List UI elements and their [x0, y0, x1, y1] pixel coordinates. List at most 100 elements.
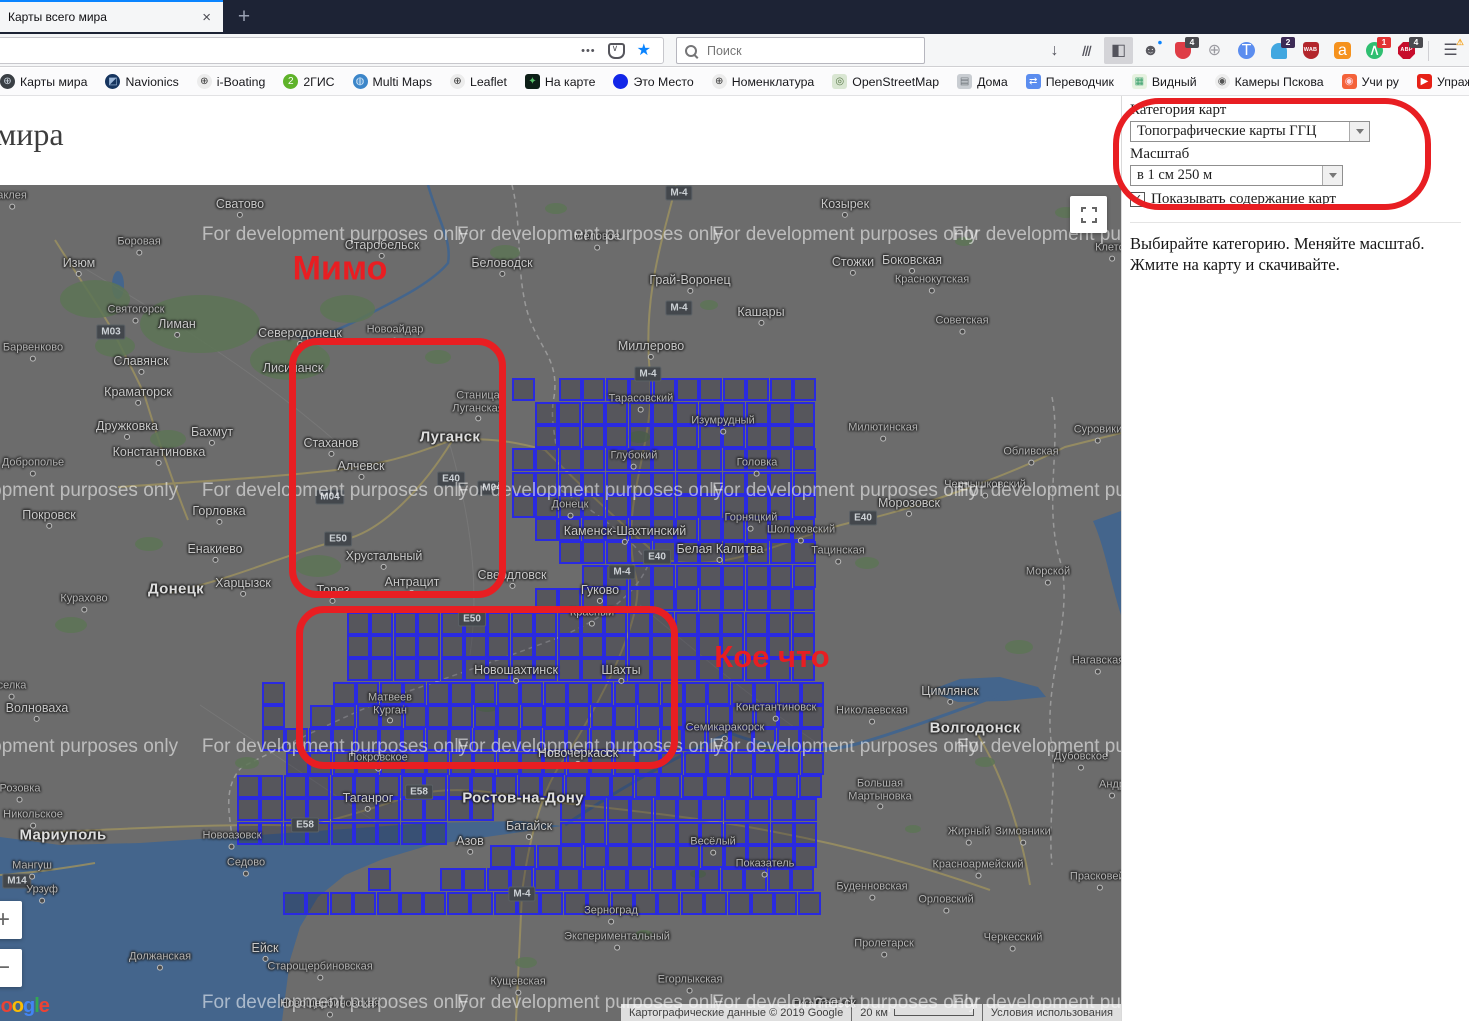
google-logo: Google: [0, 995, 49, 1018]
bookmark-favicon: ◎: [832, 74, 847, 89]
letyshops-icon[interactable]: ∧1: [1360, 37, 1389, 64]
map-scale: 20 км: [852, 1004, 982, 1021]
search-input[interactable]: [705, 43, 916, 59]
scale-text: 20 км: [860, 1007, 888, 1019]
search-icon: [685, 45, 697, 57]
map-canvas[interactable]: М03М04М04Е40Е50Е50Е40Е40М-4М-4М-4М-4Е58Е…: [0, 185, 1121, 1021]
globe-icon[interactable]: ⊕: [1200, 37, 1229, 64]
bookmark-label: На карте: [545, 75, 596, 89]
bookmark-favicon: ◉: [1215, 74, 1230, 89]
tab-title: Карты всего мира: [8, 10, 198, 24]
bookmark-item[interactable]: ▤ Дома: [948, 68, 1017, 95]
bookmark-item[interactable]: ⊕Карты мира: [0, 68, 96, 95]
bookmark-label: OpenStreetMap: [852, 75, 939, 89]
adguard-icon[interactable]: 4: [1168, 37, 1197, 64]
bookmark-item[interactable]: ⊕Номенклатура: [703, 68, 824, 95]
library-icon[interactable]: Ⅲ: [1072, 37, 1101, 64]
bookmark-item[interactable]: ⊕Leaflet: [441, 68, 516, 95]
sidebar: Категория карт Топографические карты ГГЦ…: [1121, 96, 1469, 1021]
bookmark-item[interactable]: ◍Multi Maps: [344, 68, 441, 95]
pocket-icon[interactable]: [608, 43, 625, 59]
ghostery-icon[interactable]: 2: [1264, 37, 1293, 64]
sidebar-toggle-icon[interactable]: ◧: [1104, 37, 1133, 64]
dev-watermark: For development purposes only: [957, 480, 1121, 502]
bookmark-favicon: ⊕: [197, 74, 212, 89]
active-tab[interactable]: Карты всего мира ×: [0, 0, 223, 32]
bookmark-favicon: ▤: [957, 74, 972, 89]
map-attribution: Картографические данные © 2019 Google 20…: [620, 1004, 1121, 1021]
toolbar-badge: 2: [1281, 37, 1295, 48]
red-annotation-oval-controls: [1113, 98, 1431, 210]
bookmark-item[interactable]: ✦ На карте: [516, 68, 605, 95]
bookmark-item[interactable]: ⊕i-Boating: [188, 68, 275, 95]
alibonus-icon[interactable]: a: [1328, 37, 1357, 64]
bookmark-item[interactable]: Это Место: [604, 68, 702, 95]
bookmarks-bar: ⊕Карты мира◩Navionics⊕i-Boating22ГИС◍Mul…: [0, 68, 1469, 96]
bookmark-favicon: ◉: [1342, 74, 1357, 89]
page-actions-icon[interactable]: •••: [581, 45, 596, 57]
tab-close-icon[interactable]: ×: [198, 9, 215, 26]
bookmark-label: Учи ру: [1362, 75, 1399, 89]
red-annotation-rect-miss: [289, 338, 506, 598]
bookmark-label: Переводчик: [1046, 75, 1114, 89]
bookmark-favicon: ⊕: [0, 74, 15, 89]
scale-bar: [894, 1009, 974, 1016]
bookmark-item[interactable]: ▶ Упражнения: [1408, 68, 1469, 95]
zoom-in-button[interactable]: +: [0, 901, 22, 939]
tab-bar: Карты всего мира × +: [0, 0, 1469, 34]
fullscreen-icon: [1081, 207, 1097, 223]
abp-icon[interactable]: ABP4: [1392, 37, 1421, 64]
bookmark-label: Это Место: [633, 75, 693, 89]
fullscreen-button[interactable]: [1070, 196, 1107, 233]
page-title: мира: [0, 116, 64, 153]
toolbar-separator: [1428, 41, 1429, 61]
url-bar[interactable]: ••• ★: [0, 37, 664, 64]
bookmark-item[interactable]: ▦ Видный: [1123, 68, 1206, 95]
dev-watermark: For development purposes only: [0, 480, 178, 502]
bookmark-star-icon[interactable]: ★: [637, 43, 651, 59]
sidebar-hint: Выбирайте категорию. Меняйте масштаб. Жм…: [1130, 233, 1458, 275]
search-box[interactable]: [676, 37, 925, 64]
red-annotation-rect-some: [296, 606, 678, 769]
account-icon[interactable]: ☻●: [1136, 37, 1165, 64]
bookmark-item[interactable]: ◩Navionics: [96, 68, 187, 95]
toolbar-badge: 1: [1377, 37, 1391, 48]
bookmark-item[interactable]: ◉Камеры Пскова: [1206, 68, 1333, 95]
toolbar-icons: ↓Ⅲ◧☻●4⊕Т 2WABa∧1ABP4 ☰⚠: [1040, 34, 1465, 67]
dev-watermark: For development purposes only: [202, 224, 468, 246]
google-logo-letter: o: [12, 995, 23, 1017]
watermark-layer: For development purposes onlyFor develop…: [0, 185, 1121, 1021]
bookmark-favicon: ✦: [525, 74, 540, 89]
menu-icon[interactable]: ☰⚠: [1436, 37, 1465, 64]
terms-link[interactable]: Условия использования: [983, 1004, 1121, 1021]
wab-shield-icon[interactable]: WAB: [1296, 37, 1325, 64]
dev-watermark: For development purposes only: [957, 736, 1121, 758]
bookmark-label: Дома: [977, 75, 1008, 89]
dev-watermark: For development purposes only: [712, 480, 978, 502]
annotation-label-miss: Мимо: [293, 250, 388, 289]
translator-icon[interactable]: Т: [1232, 37, 1261, 64]
dev-watermark: For development purposes only: [202, 992, 468, 1014]
bookmark-label: Multi Maps: [373, 75, 432, 89]
bookmark-favicon: 2: [283, 74, 298, 89]
bookmark-favicon: ⊕: [712, 74, 727, 89]
bookmark-favicon: ⇄: [1026, 74, 1041, 89]
bookmark-favicon: [613, 74, 628, 89]
bookmark-item[interactable]: ◎ OpenStreetMap: [823, 68, 948, 95]
bookmark-item[interactable]: ◉ Учи ру: [1333, 68, 1408, 95]
bookmark-item[interactable]: ⇄ Переводчик: [1017, 68, 1123, 95]
attribution-text: Картографические данные © 2019 Google: [621, 1004, 851, 1021]
bookmark-label: Видный: [1152, 75, 1197, 89]
zoom-out-button[interactable]: −: [0, 949, 22, 987]
download-icon[interactable]: ↓: [1040, 37, 1069, 64]
new-tab-button[interactable]: +: [226, 0, 262, 34]
page-content: мира: [0, 96, 1469, 1021]
annotation-label-some: Кое что: [714, 639, 829, 675]
bookmark-item[interactable]: 22ГИС: [274, 68, 343, 95]
bookmark-label: Navionics: [125, 75, 178, 89]
google-logo-letter: e: [39, 995, 49, 1017]
google-logo-letter: g: [23, 995, 34, 1017]
bookmark-favicon: ▦: [1132, 74, 1147, 89]
bookmark-favicon: ▶: [1417, 74, 1432, 89]
bookmark-label: Упражнения: [1437, 75, 1469, 89]
